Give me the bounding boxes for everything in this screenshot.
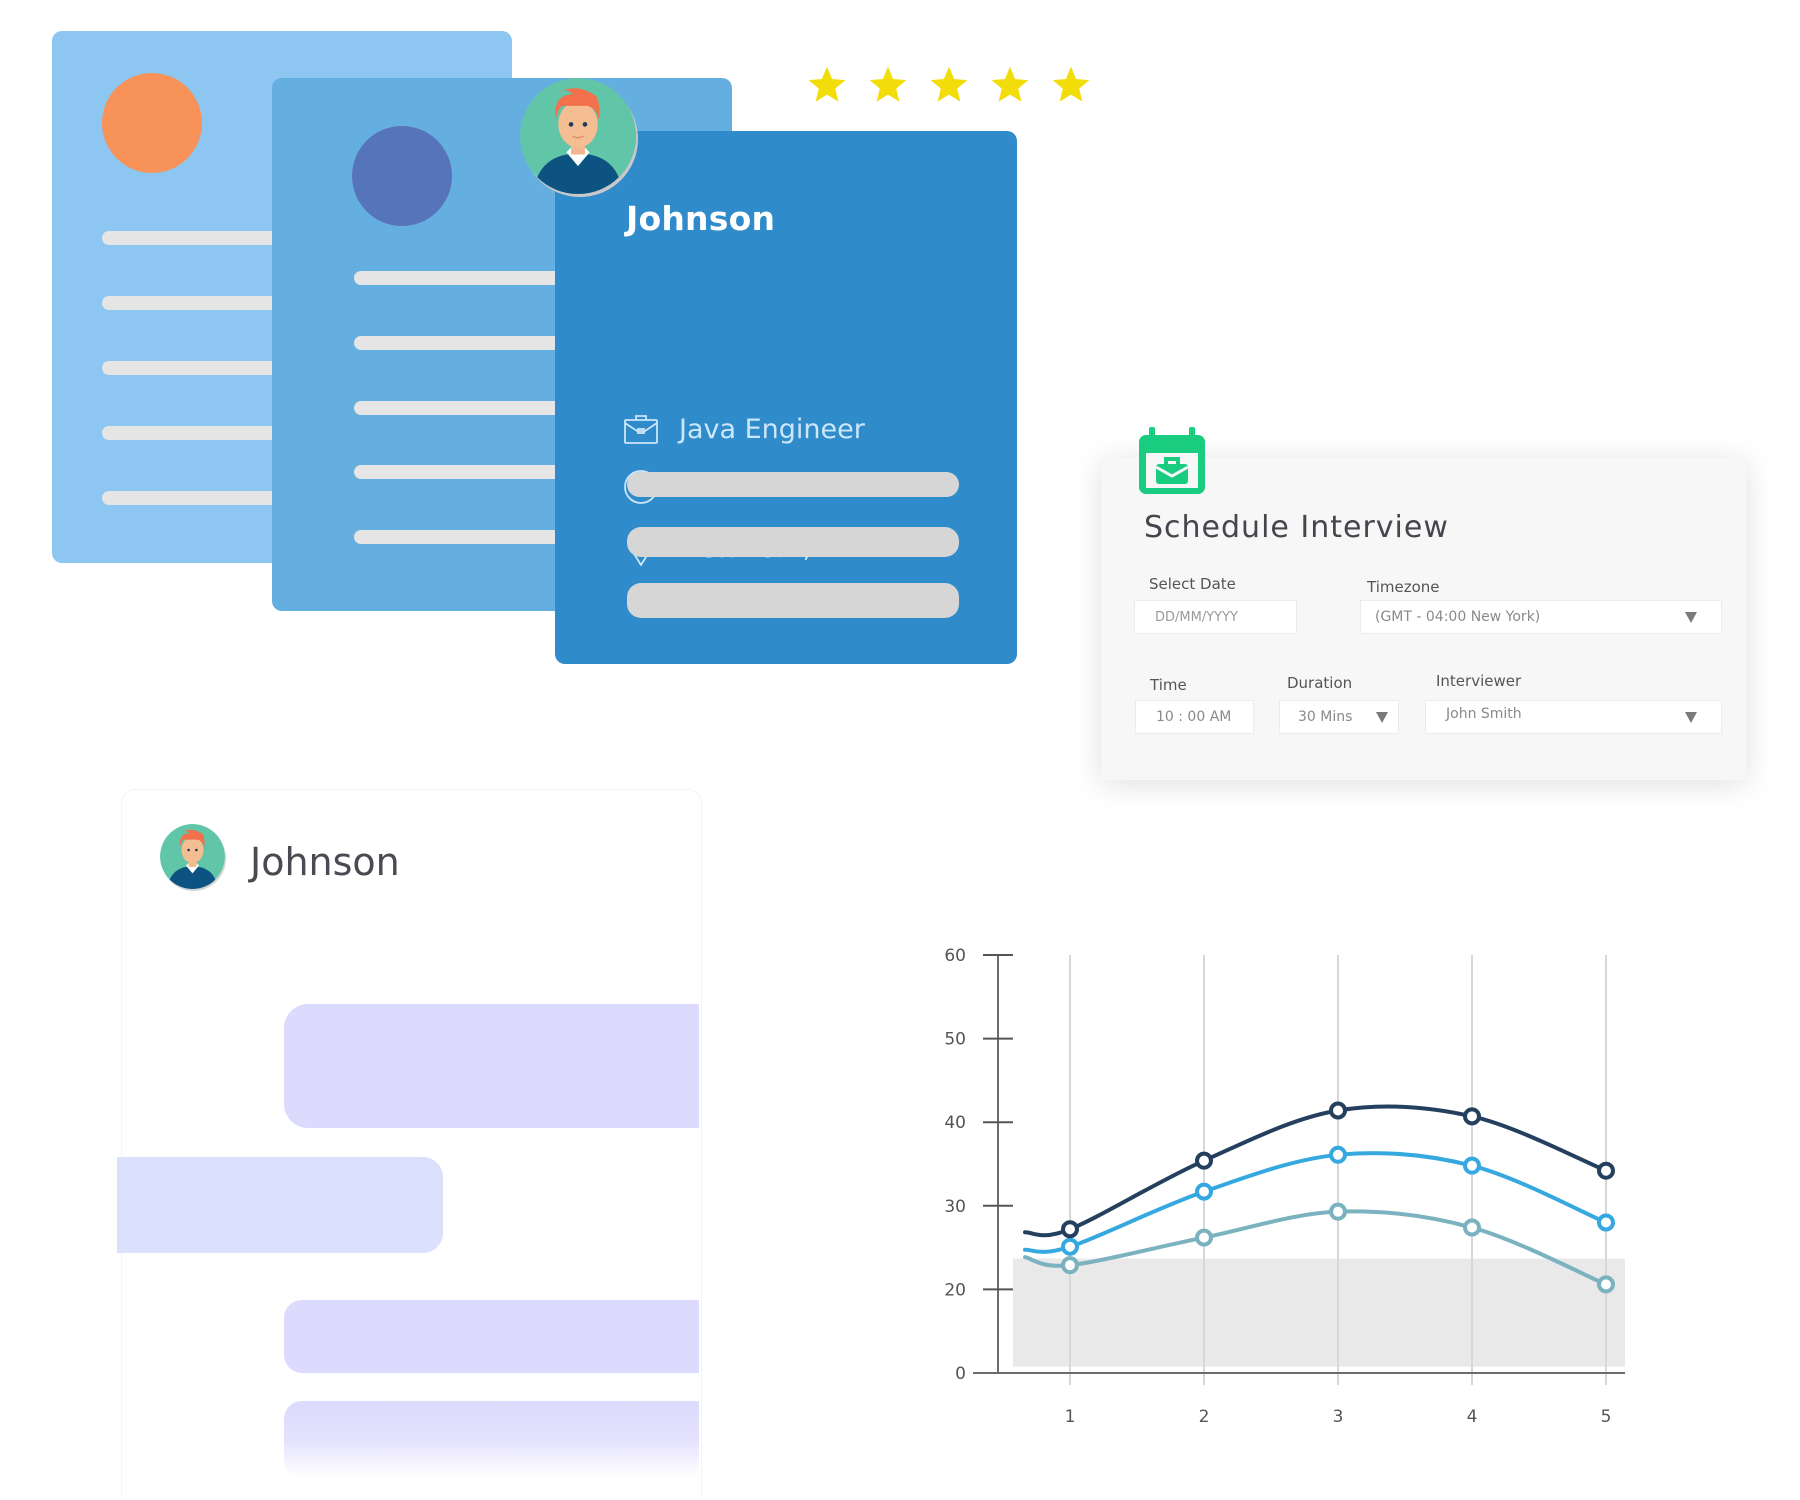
chat-bubble-outgoing [284, 1004, 699, 1128]
placeholder-bar [627, 583, 959, 618]
rating-stars [806, 64, 1092, 106]
date-input-placeholder: DD/MM/YYYY [1155, 609, 1238, 625]
chevron-down-icon [1685, 711, 1697, 723]
series-blue-point [1061, 1237, 1079, 1256]
candidate-role: Java Engineer [679, 413, 865, 445]
time-label: Time [1150, 676, 1187, 694]
series-blue-point [1195, 1182, 1213, 1201]
series-blue-point [1329, 1145, 1347, 1164]
series-dark-point [1061, 1220, 1079, 1239]
series-dark-point [1329, 1101, 1347, 1120]
calendar-briefcase-icon [1139, 427, 1205, 494]
series-dark-point [1597, 1161, 1615, 1180]
star-icon [808, 66, 846, 102]
placeholder-avatar-orange [102, 73, 202, 173]
candidate-avatar[interactable] [520, 78, 636, 194]
time-input[interactable]: 10 : 00 AM [1135, 700, 1254, 734]
chat-bubble-outgoing [284, 1401, 699, 1478]
star-icon [930, 66, 968, 102]
y-tick-label: 30 [944, 1197, 966, 1217]
x-tick-label: 4 [1467, 1407, 1478, 1427]
chevron-down-icon [1685, 611, 1697, 623]
star-icon [1052, 66, 1090, 102]
series-teal-line [1023, 1209, 1608, 1287]
x-tick-label: 3 [1333, 1407, 1344, 1427]
y-tick-label: 50 [944, 1030, 966, 1050]
series-blue-point [1597, 1213, 1615, 1232]
star-icon [869, 66, 907, 102]
series-teal-point [1463, 1218, 1481, 1237]
candidate-card[interactable]: Johnson Java Engineer 8+ Years [555, 131, 1017, 664]
series-dark-line [1023, 1104, 1608, 1238]
series-teal-point [1329, 1202, 1347, 1221]
duration-label: Duration [1287, 674, 1353, 692]
timezone-label: Timezone [1367, 578, 1440, 596]
chat-bubble-outgoing [284, 1300, 699, 1373]
candidate-role-row: Java Engineer [623, 409, 865, 449]
date-input[interactable]: DD/MM/YYYY [1134, 600, 1297, 634]
series-blue-line [1023, 1151, 1608, 1254]
chat-contact-name: Johnson [250, 840, 400, 884]
x-tick-label: 1 [1065, 1407, 1076, 1427]
series-teal-point [1061, 1256, 1079, 1275]
briefcase-icon [624, 415, 658, 444]
duration-select[interactable]: 30 Mins [1279, 700, 1399, 734]
select-date-label: Select Date [1149, 575, 1236, 593]
placeholder-bar [627, 527, 959, 557]
series-dark-point [1195, 1151, 1213, 1170]
series-teal-point [1195, 1228, 1213, 1247]
schedule-interview-title: Schedule Interview [1144, 510, 1449, 545]
chat-panel [121, 789, 702, 1495]
interviewer-select[interactable]: John Smith [1425, 700, 1722, 734]
timezone-select[interactable]: (GMT - 04:00 New York) [1360, 600, 1722, 634]
series-blue-point [1463, 1156, 1481, 1175]
person-avatar-icon [160, 824, 225, 889]
timezone-value: (GMT - 04:00 New York) [1375, 609, 1541, 625]
x-tick-label: 5 [1601, 1407, 1612, 1427]
y-tick-label: 40 [944, 1113, 966, 1133]
interviewer-label: Interviewer [1436, 672, 1522, 690]
candidate-name: Johnson [626, 199, 776, 238]
y-tick-label: 60 [944, 946, 966, 966]
placeholder-avatar-indigo [352, 126, 452, 226]
duration-value: 30 Mins [1298, 709, 1353, 725]
placeholder-bar [627, 472, 959, 497]
chat-bubble-incoming [117, 1157, 443, 1253]
y-tick-label: 20 [944, 1280, 966, 1300]
x-tick-label: 2 [1199, 1407, 1210, 1427]
series-dark-point [1463, 1107, 1481, 1126]
y-tick-label: 0 [955, 1364, 966, 1384]
time-value: 10 : 00 AM [1156, 709, 1232, 725]
chart-band [1013, 1258, 1625, 1367]
series-teal-point [1597, 1275, 1615, 1294]
chevron-down-icon [1376, 711, 1388, 723]
star-icon [991, 66, 1029, 102]
interviewer-value: John Smith [1446, 706, 1522, 722]
chat-contact-avatar[interactable] [160, 824, 225, 889]
schedule-interview-card: Schedule Interview Select Date DD/MM/YYY… [1101, 458, 1746, 780]
person-avatar-icon [520, 78, 636, 194]
